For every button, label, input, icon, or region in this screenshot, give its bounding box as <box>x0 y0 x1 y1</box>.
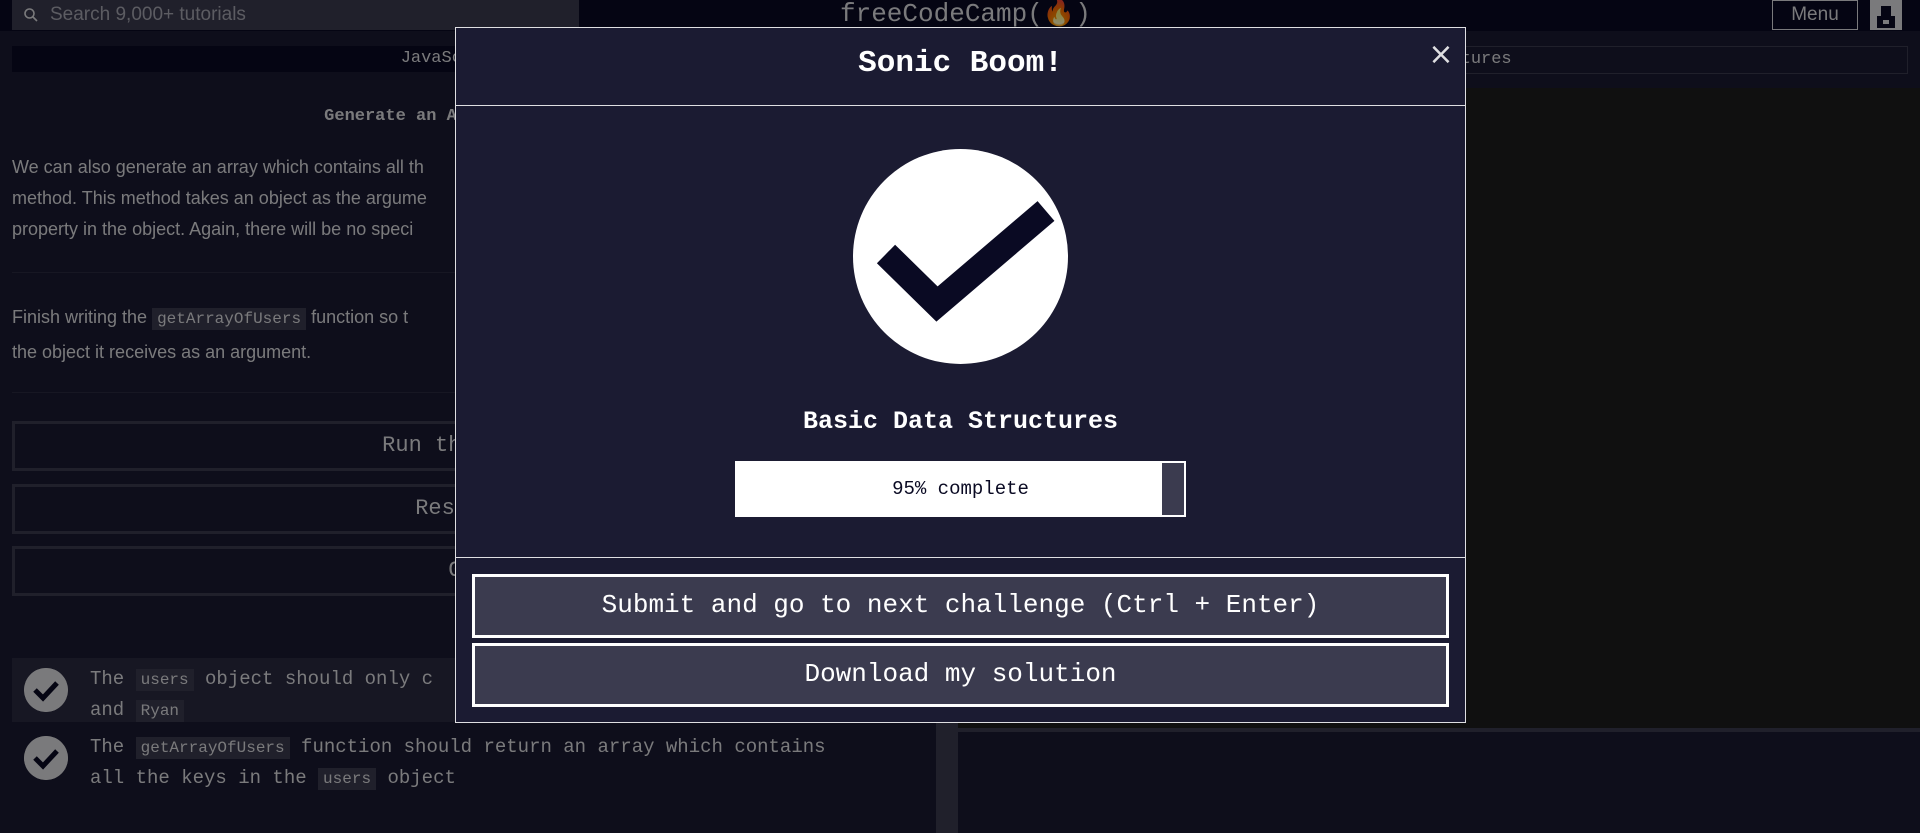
progress-label: 95% complete <box>892 478 1029 500</box>
close-icon[interactable]: × <box>1428 40 1454 70</box>
modal-title: Sonic Boom! <box>858 46 1063 81</box>
block-name: Basic Data Structures <box>802 407 1119 436</box>
modal-footer: Submit and go to next challenge (Ctrl + … <box>456 557 1465 722</box>
check-circle-icon <box>853 149 1068 364</box>
completion-modal: Sonic Boom! × Basic Data Structures 95% … <box>455 27 1466 723</box>
block-progress-bar: 95% complete <box>735 461 1186 517</box>
submit-next-button[interactable]: Submit and go to next challenge (Ctrl + … <box>472 574 1449 638</box>
modal-header: Sonic Boom! × <box>456 28 1465 106</box>
download-solution-button[interactable]: Download my solution <box>472 643 1449 707</box>
modal-body: Basic Data Structures 95% complete <box>456 107 1465 557</box>
